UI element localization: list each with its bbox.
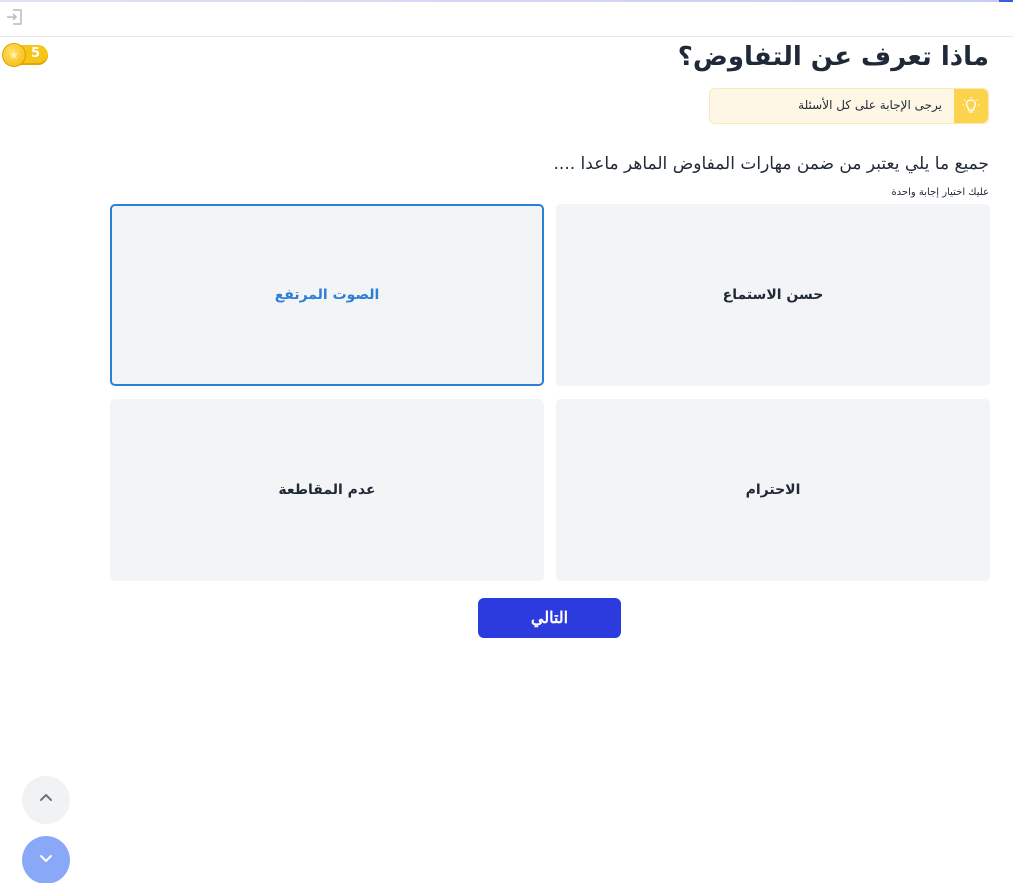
answer-option-label: الاحترام: [745, 482, 801, 498]
page-title: ماذا تعرف عن التفاوض؟: [677, 42, 989, 72]
coins-count: 5: [30, 46, 40, 61]
scroll-down-button[interactable]: [22, 836, 70, 883]
chevron-down-icon: [37, 849, 55, 871]
hint-banner: يرجى الإجابة على كل الأسئلة: [709, 88, 989, 124]
next-button[interactable]: التالي: [478, 598, 621, 638]
answer-option-good-listening[interactable]: حسن الاستماع: [556, 204, 990, 386]
answer-option-no-interrupting[interactable]: عدم المقاطعة: [110, 399, 544, 581]
star-coin-icon: ★: [2, 43, 26, 67]
logout-icon: [5, 7, 25, 31]
chevron-up-icon: [37, 789, 55, 811]
hint-text: يرجى الإجابة على كل الأسئلة: [798, 98, 942, 112]
answer-option-loud-voice[interactable]: الصوت المرتفع: [110, 204, 544, 386]
scroll-up-button[interactable]: [22, 776, 70, 824]
lightbulb-icon: [954, 89, 988, 123]
logout-button[interactable]: [4, 8, 26, 30]
top-bar: [0, 2, 1013, 37]
answer-option-label: عدم المقاطعة: [278, 482, 376, 498]
coins-counter: 5 ★: [2, 43, 48, 67]
question-text: جميع ما يلي يعتبر من ضمن مهارات المفاوض …: [553, 154, 989, 174]
answer-option-label: الصوت المرتفع: [274, 287, 380, 303]
answer-instruction: عليك اختيار إجابة واحدة: [891, 187, 989, 198]
answer-option-respect[interactable]: الاحترام: [556, 399, 990, 581]
answer-option-label: حسن الاستماع: [722, 287, 824, 303]
